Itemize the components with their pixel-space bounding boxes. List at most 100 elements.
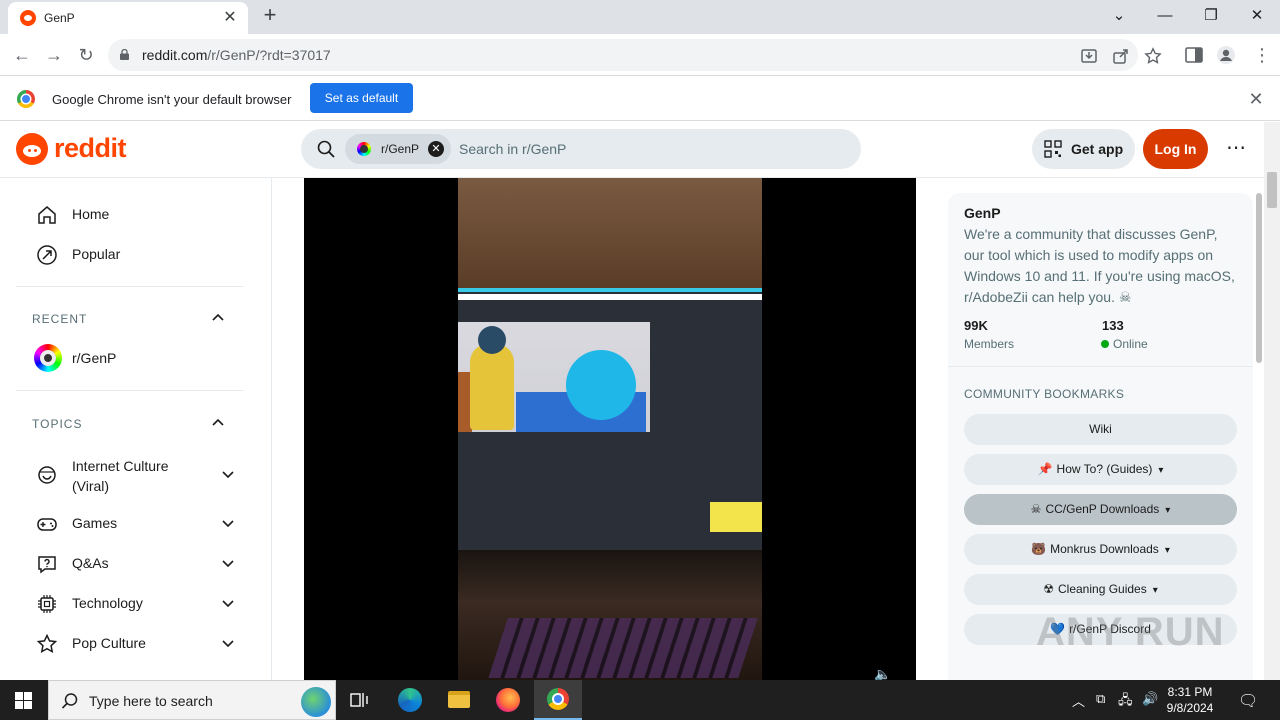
login-button[interactable]: Log In xyxy=(1143,129,1208,169)
chevron-down-icon: ▾ xyxy=(1152,585,1158,596)
browser-tab-strip: GenP ✕ + ⌄ — ❐ ✕ xyxy=(0,0,1280,34)
install-app-icon[interactable] xyxy=(1080,47,1098,65)
bookmark-label: Wiki xyxy=(1089,422,1112,436)
page-scrollbar[interactable] xyxy=(1264,122,1280,680)
task-view-button[interactable] xyxy=(336,680,384,720)
chrome-menu-icon[interactable]: ⋮ xyxy=(1250,43,1274,67)
chevron-down-icon[interactable] xyxy=(220,635,236,651)
video-scene-note xyxy=(710,502,762,532)
start-button[interactable] xyxy=(0,680,48,720)
search-highlight-icon xyxy=(301,687,331,717)
clock-date: 9/8/2024 xyxy=(1166,701,1214,715)
topic-technology[interactable]: Technology xyxy=(16,583,256,623)
topic-label: Games xyxy=(72,515,118,531)
lock-icon[interactable] xyxy=(120,49,129,60)
bookmark-cleaning-guides[interactable]: ☢ Cleaning Guides ▾ xyxy=(964,574,1237,605)
genp-chip-avatar xyxy=(357,142,371,156)
remove-filter-icon[interactable]: ✕ xyxy=(428,141,444,157)
profile-avatar-icon[interactable] xyxy=(1216,45,1236,65)
chevron-up-icon[interactable] xyxy=(210,310,226,326)
reload-button[interactable]: ↻ xyxy=(74,43,98,67)
notifications-icon[interactable]: 🗨 xyxy=(1238,691,1258,710)
back-button[interactable]: ← xyxy=(10,43,34,67)
topic-label: Q&As xyxy=(72,555,109,571)
chevron-down-icon[interactable] xyxy=(220,595,236,611)
scene-figure xyxy=(470,326,514,430)
get-app-button[interactable]: Get app xyxy=(1032,129,1135,169)
chrome-logo-icon xyxy=(17,90,35,108)
show-hidden-icons[interactable]: ︿ xyxy=(1072,691,1085,709)
reddit-header: reddit r/GenP ✕ Search in r/GenP Get app… xyxy=(0,122,1264,178)
share-icon[interactable] xyxy=(1112,47,1130,65)
network-status-icon[interactable]: ⧉ xyxy=(1096,691,1105,709)
bookmark-label: Cleaning Guides xyxy=(1058,582,1147,596)
bookmark-cc-genp-downloads[interactable]: ☠ CC/GenP Downloads ▾ xyxy=(964,494,1237,525)
forward-button[interactable]: → xyxy=(42,43,66,67)
bookmark-monkrus-downloads[interactable]: 🐻 Monkrus Downloads ▾ xyxy=(964,534,1237,565)
video-player[interactable] xyxy=(304,178,916,680)
divider xyxy=(948,366,1253,367)
topics-heading[interactable]: TOPICS xyxy=(32,417,82,431)
online-dot-icon xyxy=(1101,340,1109,348)
subreddit-filter-chip[interactable]: r/GenP ✕ xyxy=(345,134,451,164)
popular-icon xyxy=(37,245,57,265)
new-tab-button[interactable]: + xyxy=(258,4,282,28)
mute-icon[interactable]: 🔈 xyxy=(874,666,898,682)
taskbar-search[interactable]: Type here to search xyxy=(48,680,336,720)
browser-toolbar: ← → ↻ reddit.com/r/GenP/?rdt=37017 ⋮ xyxy=(0,34,1280,76)
topic-qas[interactable]: Q&As xyxy=(16,543,256,583)
more-options-icon[interactable]: ⋯ xyxy=(1222,136,1250,164)
search-input[interactable]: Search in r/GenP xyxy=(459,141,566,157)
bookmark-wiki[interactable]: Wiki xyxy=(964,414,1237,445)
topic-games[interactable]: Games xyxy=(16,503,256,543)
tab-search-chevron-icon[interactable]: ⌄ xyxy=(1104,4,1134,28)
topic-internet-culture[interactable]: Internet Culture (Viral) xyxy=(16,450,256,498)
taskbar-chrome[interactable] xyxy=(534,680,582,720)
set-as-default-button[interactable]: Set as default xyxy=(310,83,413,113)
sidebar-scrollbar[interactable] xyxy=(1255,193,1263,680)
restore-button[interactable]: ❐ xyxy=(1196,4,1226,28)
close-window-button[interactable]: ✕ xyxy=(1242,4,1272,28)
volume-icon[interactable]: 🔊 xyxy=(1142,691,1158,709)
browser-tab[interactable]: GenP ✕ xyxy=(8,2,248,34)
bookmark-how-to[interactable]: 📌 How To? (Guides) ▾ xyxy=(964,454,1237,485)
nav-item-popular[interactable]: Popular xyxy=(16,234,256,274)
close-infobar-icon[interactable]: ✕ xyxy=(1246,89,1266,109)
genp-avatar xyxy=(34,344,62,372)
chevron-up-icon[interactable] xyxy=(210,415,226,431)
members-count: 99K xyxy=(964,318,988,333)
search-bar[interactable]: r/GenP ✕ Search in r/GenP xyxy=(301,129,861,169)
chrome-icon-center xyxy=(554,695,562,703)
page-scroll-thumb[interactable] xyxy=(1267,172,1277,208)
bookmark-star-icon[interactable] xyxy=(1144,47,1162,65)
chevron-down-icon[interactable] xyxy=(220,466,236,482)
minimize-button[interactable]: — xyxy=(1150,4,1180,28)
qr-code-icon xyxy=(1044,140,1062,158)
clock-time: 8:31 PM xyxy=(1167,685,1213,699)
taskbar-file-explorer[interactable] xyxy=(434,680,482,720)
recent-item-genp[interactable]: r/GenP xyxy=(16,338,256,378)
nav-item-home[interactable]: Home xyxy=(16,194,256,234)
reddit-logo-icon[interactable] xyxy=(16,133,48,165)
chevron-down-icon[interactable] xyxy=(220,555,236,571)
address-bar[interactable]: reddit.com/r/GenP/?rdt=37017 xyxy=(108,39,1162,71)
windows-taskbar: Type here to search ︿ ⧉ 🖧 🔊 8:31 PM 9/8/… xyxy=(0,680,1280,720)
folder-icon xyxy=(448,691,470,708)
sidebar-scroll-thumb[interactable] xyxy=(1256,193,1262,363)
community-description: We're a community that discusses GenP, o… xyxy=(964,226,1235,305)
left-sidebar: Home Popular RECENT r/GenP TOPICS Intern… xyxy=(0,178,272,680)
chevron-down-icon[interactable] xyxy=(220,515,236,531)
home-icon xyxy=(38,206,56,224)
network-icon[interactable]: 🖧 xyxy=(1118,691,1133,709)
topic-pop-culture[interactable]: Pop Culture xyxy=(16,623,256,663)
recent-heading[interactable]: RECENT xyxy=(32,312,87,326)
side-panel-icon[interactable] xyxy=(1184,45,1204,65)
task-view-icon xyxy=(350,693,368,707)
system-clock[interactable]: 8:31 PM 9/8/2024 xyxy=(1160,684,1220,716)
taskbar-firefox[interactable] xyxy=(484,680,532,720)
online-count: 133 xyxy=(1102,318,1124,333)
reddit-wordmark[interactable]: reddit xyxy=(54,133,127,164)
taskbar-edge[interactable] xyxy=(386,680,434,720)
taskbar-search-input[interactable]: Type here to search xyxy=(89,693,213,709)
close-tab-icon[interactable]: ✕ xyxy=(220,8,240,28)
